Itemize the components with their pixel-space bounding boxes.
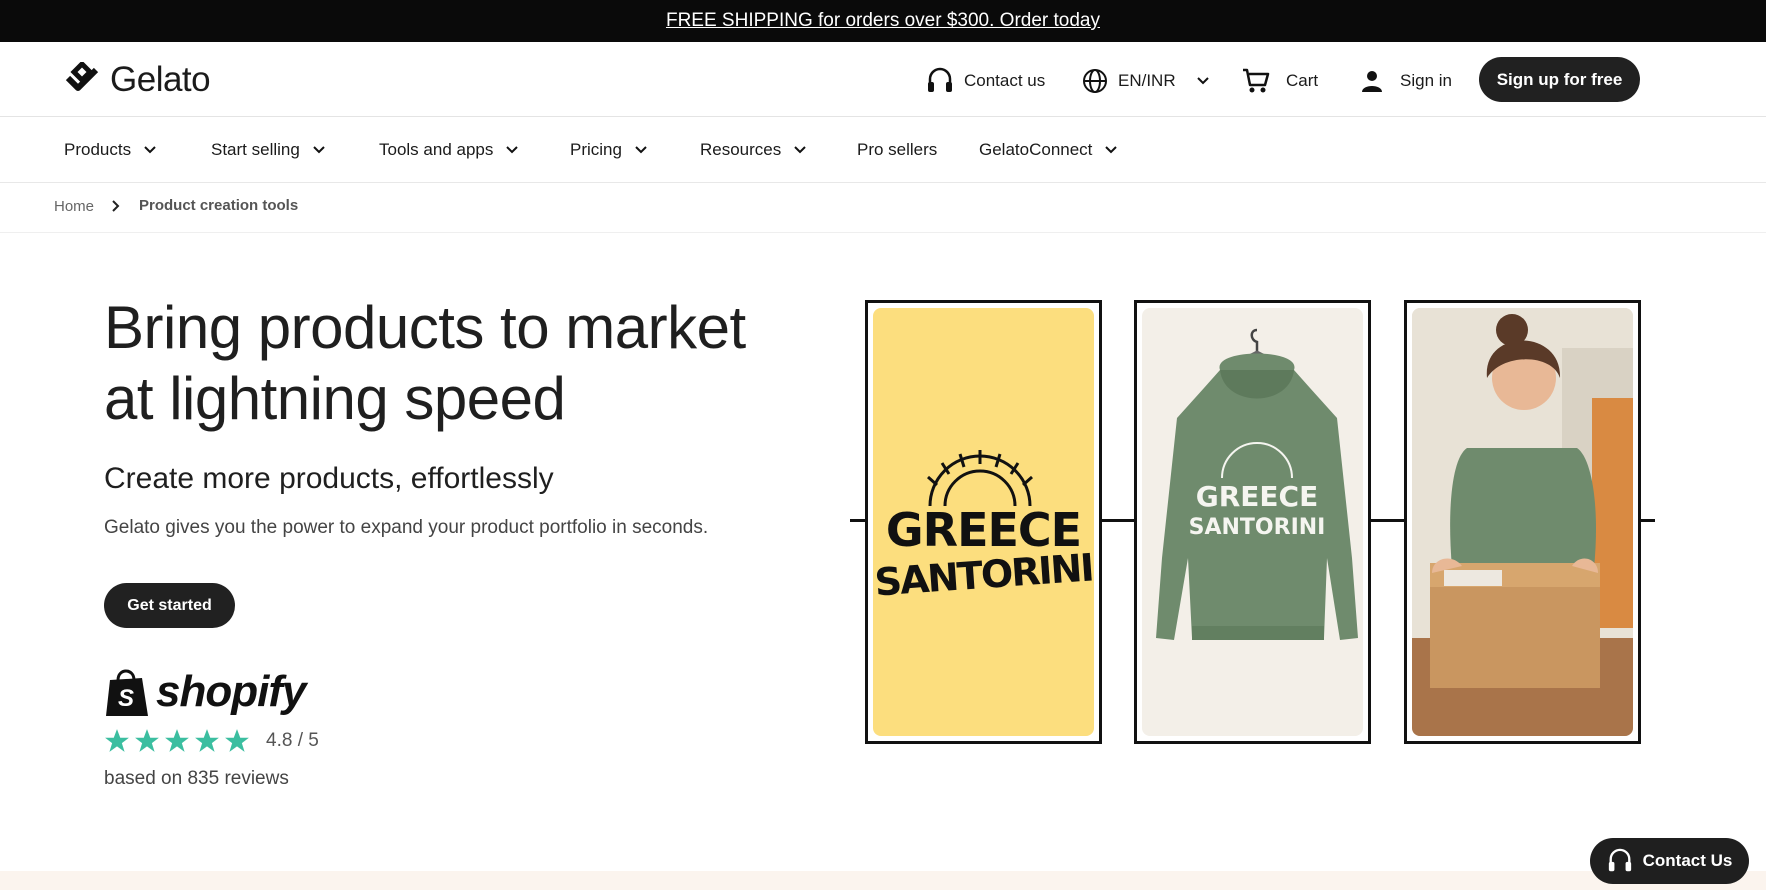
nav-item-label: Resources [700, 140, 782, 159]
sign-in-label: Sign in [1400, 71, 1452, 90]
rating-row: 4.8 / 5 [104, 728, 319, 754]
gallery-connector [1370, 519, 1406, 522]
nav-item-gelatoconnect[interactable]: GelatoConnect [979, 117, 1118, 183]
hero-subtitle: Create more products, effortlessly [104, 462, 554, 495]
gallery-connector [1639, 519, 1655, 522]
chevron-down-icon [313, 146, 325, 154]
headset-icon [1608, 848, 1631, 872]
chevron-down-icon [144, 146, 156, 154]
rating-score: 4.8 / 5 [266, 730, 319, 751]
star-icon [195, 729, 219, 752]
nav-item-label: Tools and apps [379, 140, 494, 159]
nav-item-label: Pricing [570, 140, 622, 159]
hoodie-image: GREECE SANTORINI [1156, 328, 1358, 640]
locale-label: EN/INR [1118, 71, 1176, 90]
breadcrumb-home[interactable]: Home [54, 198, 94, 215]
chevron-down-icon [1196, 77, 1209, 85]
shopify-wordmark: shopify [156, 667, 306, 716]
main-nav: Products Start selling Tools and apps Pr… [0, 117, 1766, 183]
logo[interactable]: Gelato [64, 60, 211, 100]
packaging-panel [1412, 308, 1633, 736]
headset-icon [928, 67, 952, 92]
chevron-down-icon [1105, 146, 1118, 154]
cart-label: Cart [1286, 71, 1319, 90]
shopify-logo: S shopify [104, 666, 306, 718]
hero-title-line1: Bring products to market [104, 294, 746, 361]
hoodie-panel: GREECE SANTORINI [1142, 308, 1363, 736]
nav-item-label: Products [64, 140, 132, 159]
star-icon [105, 729, 129, 752]
site-header: Gelato Contact us EN/INR Cart Sign in Si… [0, 42, 1766, 117]
hoodie-frame: GREECE SANTORINI [1134, 300, 1371, 744]
star-icon [165, 729, 189, 752]
promo-bar: FREE SHIPPING for orders over $300. Orde… [0, 0, 1766, 42]
sunrise-icon [927, 450, 1033, 507]
cart-link[interactable]: Cart [1242, 64, 1318, 98]
contact-us-label: Contact us [964, 71, 1046, 90]
hero-title-line2: at lightning speed [104, 365, 566, 432]
nav-item-products[interactable]: Products [64, 117, 157, 183]
nav-item-tools-and-apps[interactable]: Tools and apps [379, 117, 519, 183]
chevron-down-icon [794, 146, 806, 154]
breadcrumb-current: Product creation tools [139, 197, 299, 214]
gelato-logo-icon [65, 62, 99, 91]
nav-item-pro-sellers[interactable]: Pro sellers [857, 117, 937, 183]
cart-icon [1243, 68, 1270, 93]
nav-item-start-selling[interactable]: Start selling [211, 117, 326, 183]
packaging-frame [1404, 300, 1641, 744]
design-panel: GREECE SANTORINI [873, 308, 1094, 736]
locale-selector[interactable]: EN/INR [1082, 64, 1210, 98]
sign-in-link[interactable]: Sign in [1360, 64, 1452, 98]
next-section-band [0, 871, 1766, 890]
review-count: based on 835 reviews [104, 768, 289, 789]
sign-up-button[interactable]: Sign up for free [1479, 57, 1640, 102]
star-icon [225, 729, 249, 752]
nav-item-pricing[interactable]: Pricing [570, 117, 648, 183]
chevron-right-icon [112, 200, 120, 212]
chevron-down-icon [635, 146, 647, 154]
svg-text:SANTORINI: SANTORINI [1189, 515, 1326, 540]
user-icon [1362, 71, 1382, 92]
get-started-button[interactable]: Get started [104, 583, 235, 628]
hero-title: Bring products to market at lightning sp… [104, 292, 844, 434]
design-frame: GREECE SANTORINI [865, 300, 1102, 744]
promo-link[interactable]: FREE SHIPPING for orders over $300. Orde… [666, 10, 1100, 32]
floating-contact-button[interactable]: Contact Us [1590, 838, 1749, 884]
breadcrumb: Home Product creation tools [0, 184, 1766, 233]
nav-item-label: GelatoConnect [979, 140, 1093, 159]
svg-text:S: S [118, 685, 134, 712]
chevron-down-icon [506, 146, 519, 154]
nav-item-resources[interactable]: Resources [700, 117, 807, 183]
nav-item-label: Pro sellers [857, 140, 938, 159]
nav-item-label: Start selling [211, 140, 300, 159]
hero-description: Gelato gives you the power to expand you… [104, 517, 709, 538]
star-icon [135, 729, 159, 752]
logo-text: Gelato [110, 60, 211, 99]
floating-contact-label: Contact Us [1642, 851, 1733, 870]
contact-us-link[interactable]: Contact us [926, 64, 1045, 98]
packaging-photo [1412, 308, 1633, 736]
shopify-bag-icon: S [106, 669, 148, 716]
globe-icon [1083, 69, 1107, 93]
gallery-connector [1100, 519, 1136, 522]
svg-text:GREECE: GREECE [1196, 480, 1318, 513]
